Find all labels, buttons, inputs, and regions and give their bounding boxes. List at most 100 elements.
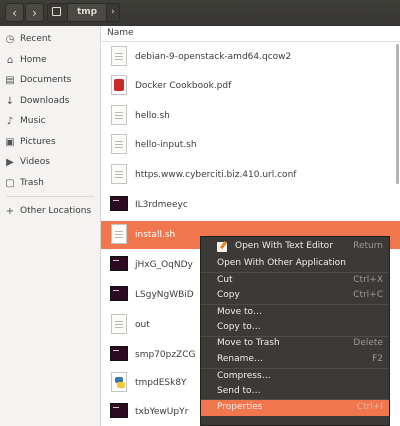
plus-icon: +	[5, 205, 15, 217]
file-row[interactable]: hello-input.sh	[101, 131, 400, 159]
menu-item-label: Cut	[217, 275, 233, 285]
path-bar: tmp ›	[47, 3, 120, 22]
chevron-right-icon: ›	[32, 6, 37, 20]
menu-item-copy[interactable]: Copy Ctrl+C	[201, 288, 389, 304]
document-icon	[111, 164, 127, 184]
menu-item-open-with-text-editor[interactable]: Open With Text Editor Return	[201, 239, 389, 255]
document-icon	[111, 314, 127, 334]
menu-item-label: Rename…	[217, 354, 263, 364]
menu-item-label: Compress…	[217, 371, 271, 381]
chevron-right-icon: ›	[111, 7, 115, 17]
context-menu: Open With Text Editor Return Open With O…	[200, 236, 390, 426]
clock-icon: ◷	[5, 33, 15, 45]
sidebar-item-downloads[interactable]: ↓ Downloads	[0, 91, 100, 111]
back-button[interactable]: ‹	[5, 3, 24, 22]
menu-item-label: Send to…	[217, 386, 261, 396]
text-editor-icon	[217, 242, 227, 252]
sidebar-item-label: Recent	[20, 34, 52, 44]
path-current-button[interactable]: tmp	[68, 4, 108, 21]
terminal-icon	[110, 256, 128, 271]
sidebar-item-label: Other Locations	[20, 206, 92, 216]
file-name: IL3rdmeeyc	[135, 200, 188, 210]
sidebar-item-label: Videos	[20, 157, 50, 167]
header-bar: ‹ › tmp ›	[0, 0, 400, 27]
scrollbar[interactable]	[396, 44, 399, 184]
terminal-icon	[110, 346, 128, 361]
menu-item-move-to-trash[interactable]: Move to Trash Delete	[201, 336, 389, 352]
file-name: out	[135, 320, 150, 330]
document-icon: ▤	[5, 74, 15, 86]
file-name: install.sh	[135, 230, 176, 240]
trash-icon: ▢	[5, 177, 15, 189]
column-header-name[interactable]: Name	[101, 26, 400, 42]
sidebar-item-music[interactable]: ♪ Music	[0, 111, 100, 131]
menu-item-cut[interactable]: Cut Ctrl+X	[201, 273, 389, 289]
sidebar-item-label: Downloads	[20, 96, 70, 106]
document-icon	[111, 105, 127, 125]
sidebar-item-label: Music	[20, 116, 46, 126]
sidebar-divider	[6, 196, 94, 197]
menu-item-copy-to[interactable]: Copy to…	[201, 320, 389, 336]
menu-item-label: Move to Trash	[217, 338, 280, 348]
file-name: txbYewUpYr	[135, 407, 189, 417]
file-row[interactable]: debian-9-openstack-amd64.qcow2	[101, 43, 400, 71]
terminal-icon	[110, 196, 128, 211]
path-home-button[interactable]	[48, 4, 68, 21]
sidebar-item-home[interactable]: ⌂ Home	[0, 50, 100, 70]
sidebar: ◷ Recent ⌂ Home ▤ Documents ↓ Downloads …	[0, 26, 101, 426]
menu-item-label: Open With Other Application	[217, 258, 346, 268]
home-icon: ⌂	[6, 54, 14, 66]
menu-item-send-to[interactable]: Send to…	[201, 384, 389, 400]
sidebar-item-trash[interactable]: ▢ Trash	[0, 173, 100, 193]
terminal-icon	[110, 286, 128, 301]
forward-button[interactable]: ›	[25, 3, 44, 22]
menu-item-label: Properties	[217, 402, 263, 412]
menu-item-label: Copy	[217, 290, 240, 300]
menu-item-shortcut: F2	[372, 354, 383, 364]
sidebar-item-other-locations[interactable]: + Other Locations	[0, 201, 100, 221]
menu-item-label: Move to…	[217, 307, 263, 317]
menu-item-shortcut: Ctrl+X	[353, 275, 383, 285]
menu-item-compress[interactable]: Compress…	[201, 369, 389, 385]
sidebar-item-label: Home	[20, 55, 47, 65]
file-name: hello-input.sh	[135, 140, 197, 150]
download-icon: ↓	[5, 95, 15, 107]
menu-item-shortcut: Ctrl+C	[353, 290, 383, 300]
menu-item-properties[interactable]: Properties Ctrl+I	[201, 400, 389, 416]
menu-item-label: Copy to…	[217, 322, 261, 332]
file-row[interactable]: Docker Cookbook.pdf	[101, 72, 400, 100]
sidebar-item-videos[interactable]: ▶ Videos	[0, 152, 100, 172]
document-icon	[111, 46, 127, 66]
sidebar-item-label: Documents	[20, 75, 72, 85]
menu-item-open-with-other-application[interactable]: Open With Other Application	[201, 256, 389, 272]
menu-item-rename[interactable]: Rename… F2	[201, 352, 389, 368]
sidebar-item-label: Trash	[20, 178, 44, 188]
home-icon	[52, 7, 61, 16]
file-name: jHxG_OqNDy	[135, 260, 193, 270]
camera-icon: ▣	[5, 136, 15, 148]
file-name: LSgyNgWBiD	[135, 290, 194, 300]
sidebar-item-pictures[interactable]: ▣ Pictures	[0, 132, 100, 152]
file-name: https.www.cyberciti.biz.410.url.conf	[135, 170, 297, 180]
pdf-icon	[111, 75, 127, 95]
file-name: tmpdESk8Y	[135, 378, 187, 388]
menu-item-shortcut: Return	[353, 241, 383, 251]
menu-item-move-to[interactable]: Move to…	[201, 305, 389, 321]
python-icon	[111, 372, 127, 392]
sidebar-item-documents[interactable]: ▤ Documents	[0, 70, 100, 90]
music-icon: ♪	[6, 115, 14, 127]
chevron-left-icon: ‹	[12, 6, 17, 20]
sidebar-item-recent[interactable]: ◷ Recent	[0, 29, 100, 49]
file-row[interactable]: https.www.cyberciti.biz.410.url.conf	[101, 161, 400, 189]
document-icon	[111, 224, 127, 244]
column-header-label: Name	[107, 28, 134, 38]
terminal-icon	[110, 403, 128, 418]
file-row[interactable]: hello.sh	[101, 102, 400, 130]
menu-item-shortcut: Ctrl+I	[356, 402, 383, 412]
path-next-button[interactable]: ›	[107, 4, 119, 21]
document-icon	[111, 134, 127, 154]
file-row[interactable]: IL3rdmeeyc	[101, 191, 400, 219]
video-icon: ▶	[6, 156, 14, 168]
file-name: Docker Cookbook.pdf	[135, 81, 232, 91]
file-name: debian-9-openstack-amd64.qcow2	[135, 52, 292, 62]
